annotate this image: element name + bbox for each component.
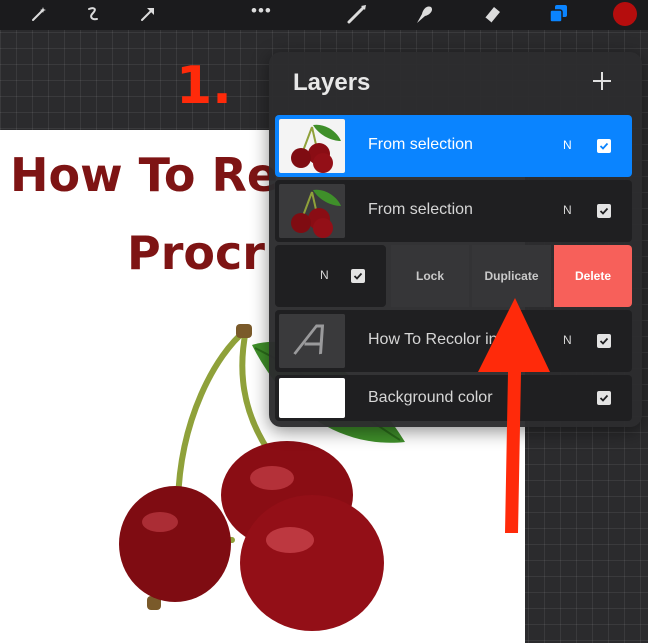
checkmark-icon [599, 142, 609, 150]
checkmark-icon [599, 337, 609, 345]
layers-panel-title: Layers [293, 69, 371, 96]
checkmark-icon [353, 272, 363, 280]
blend-mode-button[interactable]: N [563, 203, 572, 217]
swiped-layer-content[interactable]: N [275, 245, 386, 307]
layer-row-swiped[interactable]: N Lock Duplicate Delete [275, 245, 632, 307]
more-icon[interactable]: ••• [251, 1, 272, 21]
selection-arrow-icon[interactable] [135, 1, 161, 27]
cherry-thumbnail-icon [279, 119, 345, 173]
layer-thumbnail [279, 184, 345, 238]
checkmark-icon [599, 207, 609, 215]
layer-name: How To Recolor in [368, 331, 498, 348]
visibility-checkbox[interactable] [597, 139, 611, 153]
brush-icon[interactable] [343, 1, 371, 27]
layer-row-text[interactable]: How To Recolor in N [275, 310, 632, 372]
delete-layer-button[interactable]: Delete [554, 245, 632, 307]
layer-thumbnail [279, 119, 345, 173]
layer-name: From selection [368, 201, 473, 218]
visibility-checkbox[interactable] [597, 334, 611, 348]
background-color-swatch [279, 378, 345, 418]
blend-mode-button[interactable]: N [563, 333, 572, 347]
magic-wand-icon[interactable] [26, 1, 52, 27]
blend-mode-button[interactable]: N [563, 138, 572, 152]
checkmark-icon [599, 394, 609, 402]
color-swatch[interactable] [611, 1, 639, 27]
adjustments-icon[interactable] [80, 1, 106, 27]
layer-row-background-color[interactable]: Background color [275, 375, 632, 421]
smudge-icon[interactable] [410, 1, 438, 27]
add-layer-button[interactable] [587, 66, 617, 96]
eraser-icon[interactable] [478, 1, 506, 27]
cherry-thumbnail-icon [279, 184, 345, 238]
step-number-annotation: 1. [176, 56, 232, 116]
text-layer-icon [279, 314, 345, 368]
visibility-checkbox[interactable] [351, 269, 365, 283]
visibility-checkbox[interactable] [597, 391, 611, 405]
layer-row-from-selection-2[interactable]: From selection N [275, 180, 632, 242]
lock-layer-button[interactable]: Lock [391, 245, 469, 307]
visibility-checkbox[interactable] [597, 204, 611, 218]
layer-thumbnail [279, 314, 345, 368]
layer-name: Background color [368, 389, 493, 406]
top-toolbar: ••• [0, 0, 648, 30]
plus-icon [593, 72, 611, 90]
blend-mode-button[interactable]: N [320, 268, 329, 282]
duplicate-layer-button[interactable]: Duplicate [472, 245, 551, 307]
layers-icon[interactable] [544, 1, 572, 27]
layer-row-from-selection-1[interactable]: From selection N [275, 115, 632, 177]
layers-panel: Layers From selection N From selection N… [269, 52, 642, 427]
layer-name: From selection [368, 136, 473, 153]
